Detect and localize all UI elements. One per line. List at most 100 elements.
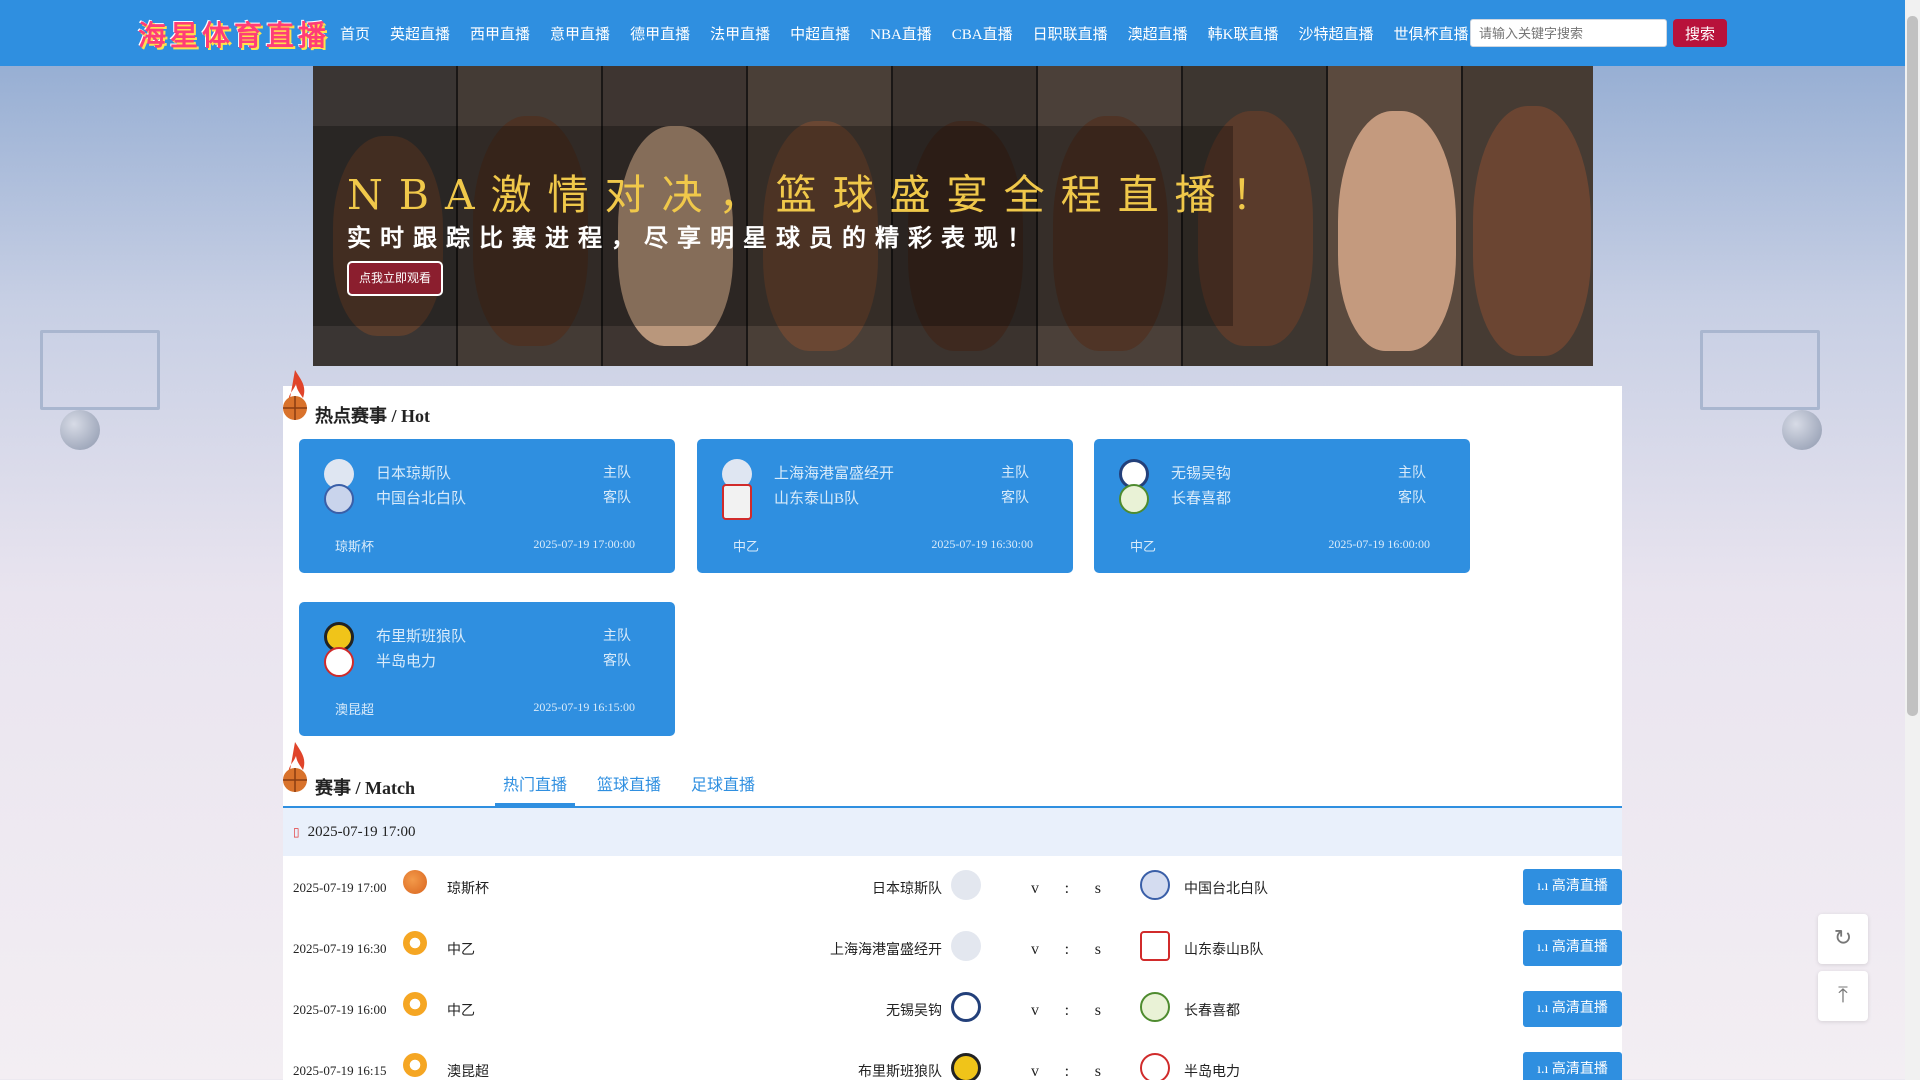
changchun-team-logo-icon: [1140, 992, 1170, 1022]
page-scrollbar[interactable]: [1905, 0, 1920, 1080]
top-navigation-bar: 海星体育直播 首页 英超直播 西甲直播 意甲直播 德甲直播 法甲直播 中超直播 …: [0, 0, 1905, 66]
league-name: 澳昆超: [335, 702, 375, 717]
league-name: 中乙: [447, 943, 475, 958]
main-nav: 首页 英超直播 西甲直播 意甲直播 德甲直播 法甲直播 中超直播 NBA直播 C…: [330, 0, 1479, 66]
nav-serie-a[interactable]: 意甲直播: [540, 23, 620, 44]
away-label: 客队: [1398, 491, 1426, 506]
nav-premier-league[interactable]: 英超直播: [380, 23, 460, 44]
signal-icon: ı.ı: [1537, 1001, 1552, 1016]
wuxi-team-logo-icon: [951, 992, 981, 1022]
hot-section-header: 热点赛事 / Hot: [283, 370, 683, 446]
basketball-decor: [60, 410, 100, 450]
away-team-name: 半岛电力: [376, 654, 437, 670]
signal-icon: ı.ı: [1537, 879, 1552, 894]
scrollbar-thumb[interactable]: [1907, 16, 1918, 716]
home-team-name: 日本琼斯队: [872, 882, 942, 897]
changchun-team-logo-icon: [1119, 484, 1149, 514]
peninsula-power-logo-icon: [1140, 1053, 1170, 1080]
player-photo: [1338, 111, 1456, 351]
match-time: 2025-07-19 16:30:00: [931, 537, 1033, 551]
hd-live-button[interactable]: ı.ı 高清直播: [1523, 1052, 1622, 1080]
away-label: 客队: [1001, 491, 1029, 506]
site-logo[interactable]: 海星体育直播: [138, 14, 330, 54]
flame-basketball-icon: [283, 370, 307, 420]
hd-live-button[interactable]: ı.ı 高清直播: [1523, 869, 1622, 905]
hero-banner[interactable]: NBA激情对决，篮球盛宴全程直播！ 实时跟踪比赛进程，尽享明星球员的精彩表现！ …: [313, 66, 1593, 366]
tab-hot-live[interactable]: 热门直播: [495, 771, 576, 806]
date-group-header: ▯ 2025-07-19 17:00: [283, 808, 1622, 856]
away-label: 客队: [603, 654, 631, 669]
match-row[interactable]: 2025-07-19 16:30 中乙 上海海港富盛经开 v:s 山东泰山B队 …: [283, 917, 1622, 978]
hot-match-card[interactable]: 上海海港富盛经开 山东泰山B队 主队 客队 中乙 2025-07-19 16:3…: [697, 439, 1073, 573]
match-time: 2025-07-19 17:00: [293, 880, 387, 895]
score-placeholder: v:s: [1031, 941, 1101, 958]
score-placeholder: v:s: [1031, 880, 1101, 897]
nav-home[interactable]: 首页: [330, 23, 380, 44]
taipei-team-logo-icon: [324, 484, 354, 514]
hot-match-card[interactable]: 布里斯班狼队 半岛电力 主队 客队 澳昆超 2025-07-19 16:15:0…: [299, 602, 675, 736]
unknown-team-logo-icon: [951, 931, 981, 961]
match-row[interactable]: 2025-07-19 17:00 琼斯杯 日本琼斯队 v:s 中国台北白队 ı.…: [283, 856, 1622, 917]
nav-a-league[interactable]: 澳超直播: [1118, 23, 1198, 44]
nav-saudi-league[interactable]: 沙特超直播: [1289, 23, 1384, 44]
hot-match-card[interactable]: 无锡吴钩 长春喜都 主队 客队 中乙 2025-07-19 16:00:00: [1094, 439, 1470, 573]
league-name: 琼斯杯: [447, 882, 489, 897]
match-row[interactable]: 2025-07-19 16:15 澳昆超 布里斯班狼队 v:s 半岛电力 ı.ı…: [283, 1039, 1622, 1080]
nav-k-league[interactable]: 韩K联直播: [1198, 23, 1289, 44]
away-label: 客队: [603, 491, 631, 506]
tab-football-live[interactable]: 足球直播: [683, 771, 763, 806]
home-label: 主队: [603, 629, 631, 644]
football-icon: [403, 992, 427, 1016]
away-team-name: 中国台北白队: [1184, 882, 1268, 897]
home-label: 主队: [1398, 466, 1426, 481]
score-placeholder: v:s: [1031, 1002, 1101, 1019]
signal-icon: ı.ı: [1537, 1062, 1552, 1077]
nav-j-league[interactable]: 日职联直播: [1023, 23, 1118, 44]
nav-bundesliga[interactable]: 德甲直播: [620, 23, 700, 44]
away-team-name: 半岛电力: [1184, 1065, 1240, 1080]
hd-live-button[interactable]: ı.ı 高清直播: [1523, 930, 1622, 966]
back-to-top-icon[interactable]: ⤒: [1818, 971, 1868, 1021]
watch-now-button[interactable]: 点我立即观看: [347, 261, 443, 296]
away-team-name: 长春喜都: [1184, 1004, 1240, 1019]
search-button[interactable]: 搜索: [1673, 19, 1727, 47]
refresh-icon[interactable]: ↻: [1818, 914, 1868, 964]
basketball-icon: [403, 870, 427, 894]
peninsula-power-logo-icon: [324, 647, 354, 677]
nav-ligue-1[interactable]: 法甲直播: [700, 23, 780, 44]
hd-live-button[interactable]: ı.ı 高清直播: [1523, 991, 1622, 1027]
home-team-name: 无锡吴钩: [886, 1004, 942, 1019]
match-time: 2025-07-19 16:00: [293, 1002, 387, 1017]
banner-subtitle: 实时跟踪比赛进程，尽享明星球员的精彩表现！: [347, 224, 1040, 252]
shandong-team-logo-icon: [722, 484, 752, 520]
tab-basketball-live[interactable]: 篮球直播: [589, 771, 669, 806]
score-placeholder: v:s: [1031, 1063, 1101, 1080]
match-row[interactable]: 2025-07-19 16:00 中乙 无锡吴钩 v:s 长春喜都 ı.ı 高清…: [283, 978, 1622, 1039]
hot-match-card[interactable]: 日本琼斯队 中国台北白队 主队 客队 琼斯杯 2025-07-19 17:00:…: [299, 439, 675, 573]
match-time: 2025-07-19 17:00:00: [533, 537, 635, 551]
away-team-name: 山东泰山B队: [1184, 943, 1264, 958]
away-team-name: 中国台北白队: [376, 491, 467, 507]
match-time: 2025-07-19 16:00:00: [1328, 537, 1430, 551]
home-label: 主队: [603, 466, 631, 481]
nav-csl[interactable]: 中超直播: [780, 23, 860, 44]
date-group-label: 2025-07-19 17:00: [307, 824, 416, 840]
basketball-decor: [1782, 410, 1822, 450]
nav-club-world-cup[interactable]: 世俱杯直播: [1384, 23, 1479, 44]
basketball-hoop-decor: [1700, 330, 1820, 410]
home-team-name: 布里斯班狼队: [376, 629, 467, 645]
match-section-title: 赛事 / Match: [315, 778, 415, 798]
hot-section-title: 热点赛事 / Hot: [315, 406, 430, 426]
home-team-name: 上海海港富盛经开: [830, 943, 942, 958]
player-photo: [1473, 106, 1591, 356]
nav-nba[interactable]: NBA直播: [860, 23, 942, 44]
home-team-name: 上海海港富盛经开: [774, 466, 895, 482]
league-name: 中乙: [733, 539, 760, 554]
search-input[interactable]: [1470, 19, 1667, 47]
taipei-team-logo-icon: [1140, 870, 1170, 900]
nav-cba[interactable]: CBA直播: [942, 23, 1023, 44]
league-name: 琼斯杯: [335, 539, 375, 554]
nav-la-liga[interactable]: 西甲直播: [460, 23, 540, 44]
football-icon: [403, 931, 427, 955]
home-team-name: 日本琼斯队: [376, 466, 452, 482]
